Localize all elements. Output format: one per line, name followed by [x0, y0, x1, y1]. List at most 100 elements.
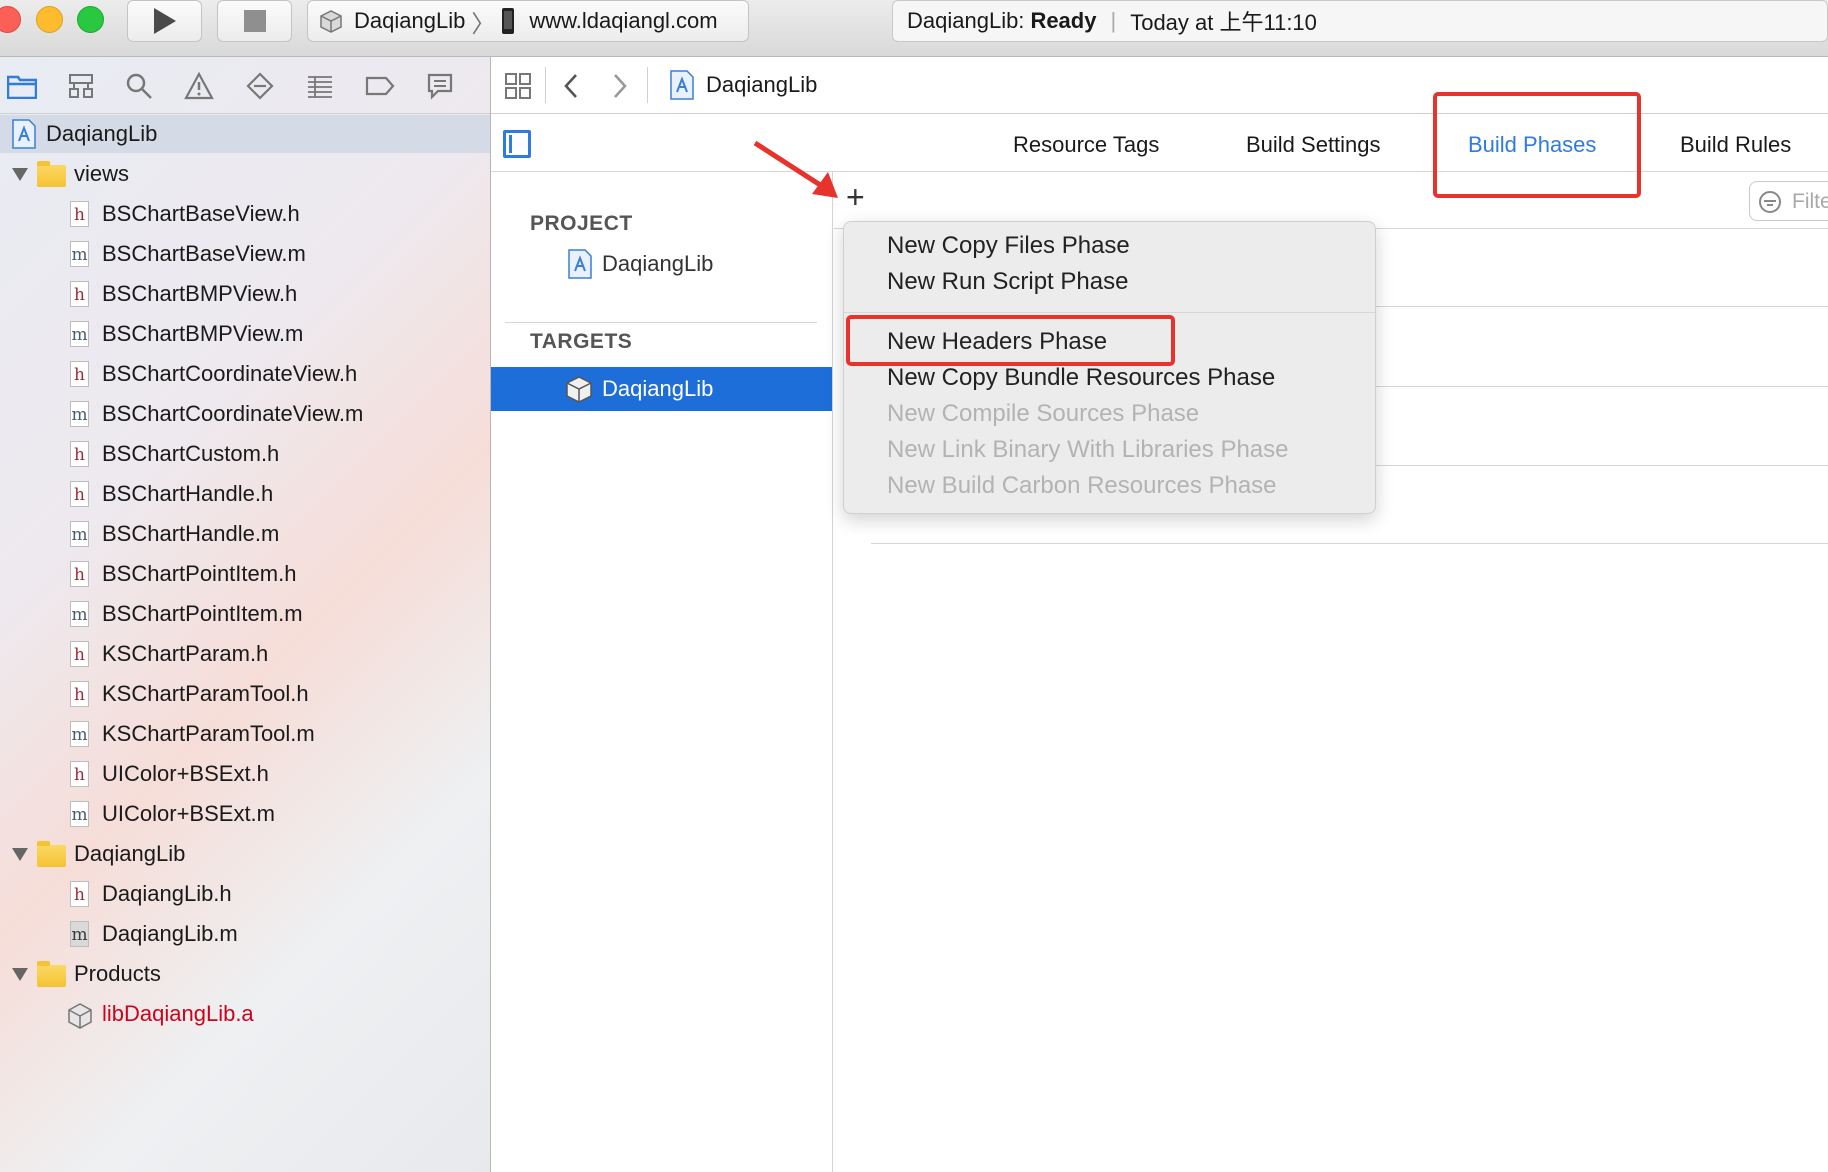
- jumpbar-divider: [647, 67, 648, 103]
- folder-icon: [37, 961, 66, 987]
- file-row[interactable]: h BSChartCustom.h: [0, 434, 490, 474]
- group-row-products[interactable]: Products: [0, 954, 490, 994]
- menu-item-new-copy-files-phase[interactable]: New Copy Files Phase: [887, 232, 1130, 260]
- test-navigator-icon[interactable]: [245, 71, 275, 101]
- file-label: BSChartHandle.h: [102, 481, 274, 506]
- close-window-button[interactable]: [0, 6, 21, 33]
- implementation-file-icon: m: [70, 921, 89, 947]
- file-row[interactable]: h BSChartBaseView.h: [0, 194, 490, 234]
- folder-navigator-icon[interactable]: [7, 71, 37, 101]
- file-row[interactable]: h KSChartParamTool.h: [0, 674, 490, 714]
- file-row[interactable]: m BSChartHandle.m: [0, 514, 490, 554]
- filter-placeholder: Filte: [1792, 190, 1828, 213]
- add-build-phase-button[interactable]: +: [846, 179, 865, 216]
- implementation-file-icon: m: [70, 241, 89, 267]
- static-library-icon: [68, 1003, 92, 1029]
- file-row[interactable]: h BSChartPointItem.h: [0, 554, 490, 594]
- file-label: BSChartBMPView.h: [102, 281, 298, 306]
- tab-resource-tags[interactable]: Resource Tags: [1013, 132, 1159, 158]
- forward-chevron-icon[interactable]: [611, 73, 629, 99]
- project-root-label: DaqiangLib: [46, 121, 158, 146]
- file-row[interactable]: h BSChartHandle.h: [0, 474, 490, 514]
- file-row[interactable]: m BSChartBaseView.m: [0, 234, 490, 274]
- header-file-icon: h: [70, 281, 89, 307]
- group-label: Products: [74, 961, 161, 986]
- scheme-destination-label: www.ldaqiangl.com: [529, 8, 718, 33]
- menu-item-new-link-binary-phase: New Link Binary With Libraries Phase: [887, 436, 1289, 463]
- file-row[interactable]: h DaqiangLib.h: [0, 874, 490, 914]
- file-row[interactable]: m BSChartBMPView.m: [0, 314, 490, 354]
- symbol-navigator-icon[interactable]: [66, 71, 96, 101]
- implementation-file-icon: m: [70, 801, 89, 827]
- warning-icon[interactable]: [184, 71, 214, 101]
- group-row-daqianglib[interactable]: DaqiangLib: [0, 834, 490, 874]
- header-file-icon: h: [70, 681, 89, 707]
- menu-separator: [844, 312, 1375, 313]
- file-row[interactable]: m BSChartPointItem.m: [0, 594, 490, 634]
- back-chevron-icon[interactable]: [562, 73, 580, 99]
- product-row[interactable]: libDaqiangLib.a: [0, 994, 490, 1034]
- breadcrumb-project[interactable]: DaqiangLib: [706, 72, 817, 98]
- scheme-selector[interactable]: DaqiangLib 〉 www.ldaqiangl.com: [307, 0, 749, 42]
- product-label: libDaqiangLib.a: [102, 1001, 254, 1026]
- file-row[interactable]: m BSChartCoordinateView.m: [0, 394, 490, 434]
- annotation-arrow-icon: [753, 140, 838, 198]
- menu-item-new-run-script-phase[interactable]: New Run Script Phase: [887, 268, 1128, 296]
- file-label: BSChartBMPView.m: [102, 321, 304, 346]
- targets-section-header: TARGETS: [530, 330, 633, 353]
- disclosure-triangle-icon[interactable]: [12, 168, 28, 181]
- jumpbar-divider: [545, 67, 546, 103]
- toggle-outline-icon[interactable]: [503, 130, 531, 158]
- outline-divider: [505, 322, 817, 323]
- outline-target-item[interactable]: DaqiangLib: [491, 367, 832, 411]
- file-label: BSChartCustom.h: [102, 441, 280, 466]
- project-section-header: PROJECT: [530, 212, 633, 235]
- outline-project-label: DaqiangLib: [602, 251, 714, 276]
- project-file-icon: [12, 119, 36, 149]
- file-row[interactable]: h UIColor+BSExt.h: [0, 754, 490, 794]
- minimize-window-button[interactable]: [36, 6, 63, 33]
- debug-navigator-icon[interactable]: [305, 71, 335, 101]
- project-root-row[interactable]: DaqiangLib: [0, 115, 490, 153]
- group-row-views[interactable]: views: [0, 154, 490, 194]
- activity-viewer: DaqiangLib: Ready | Today at 上午11:10: [892, 0, 1828, 42]
- file-row[interactable]: m UIColor+BSExt.m: [0, 794, 490, 834]
- menu-item-new-copy-bundle-resources-phase[interactable]: New Copy Bundle Resources Phase: [887, 364, 1275, 392]
- file-label: BSChartPointItem.m: [102, 601, 303, 626]
- file-label: UIColor+BSExt.h: [102, 761, 269, 786]
- library-target-icon: [566, 376, 592, 403]
- activity-time: Today at 上午11:10: [1130, 10, 1317, 35]
- stop-button[interactable]: [217, 0, 292, 42]
- implementation-file-icon: m: [70, 721, 89, 747]
- run-button[interactable]: [127, 0, 202, 42]
- report-navigator-icon[interactable]: [425, 71, 455, 101]
- breakpoint-navigator-icon[interactable]: [365, 71, 395, 101]
- chevron-right-icon: 〉: [471, 10, 496, 38]
- iphone-device-icon: [502, 8, 515, 34]
- header-file-icon: h: [70, 441, 89, 467]
- file-row[interactable]: m DaqiangLib.m: [0, 914, 490, 954]
- file-row[interactable]: h BSChartBMPView.h: [0, 274, 490, 314]
- library-target-icon: [320, 10, 342, 33]
- maximize-window-button[interactable]: [77, 6, 104, 33]
- stop-icon: [243, 10, 266, 32]
- tab-build-rules[interactable]: Build Rules: [1680, 132, 1791, 158]
- annotation-highlight-build-phases: [1433, 92, 1641, 198]
- navigator-selector-bar: [0, 57, 490, 114]
- filter-field[interactable]: Filte: [1749, 181, 1828, 221]
- tab-build-settings[interactable]: Build Settings: [1246, 132, 1381, 158]
- disclosure-triangle-icon[interactable]: [12, 968, 28, 981]
- disclosure-triangle-icon[interactable]: [12, 848, 28, 861]
- file-row[interactable]: h KSChartParam.h: [0, 634, 490, 674]
- folder-icon: [37, 841, 66, 867]
- file-row[interactable]: m KSChartParamTool.m: [0, 714, 490, 754]
- search-icon[interactable]: [124, 71, 154, 101]
- file-label: KSChartParam.h: [102, 641, 269, 666]
- filter-icon: [1759, 191, 1781, 213]
- file-label: BSChartBaseView.m: [102, 241, 306, 266]
- related-items-icon[interactable]: [504, 72, 532, 100]
- file-row[interactable]: h BSChartCoordinateView.h: [0, 354, 490, 394]
- header-file-icon: h: [70, 201, 89, 227]
- outline-project-item[interactable]: DaqiangLib: [491, 242, 832, 286]
- phase-row-divider: [871, 543, 1828, 544]
